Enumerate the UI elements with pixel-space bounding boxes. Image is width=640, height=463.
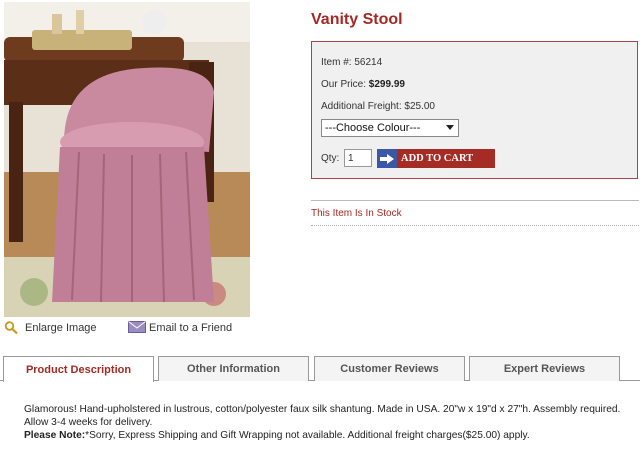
freight-value: $25.00 (404, 101, 435, 112)
product-title: Vanity Stool (311, 11, 403, 28)
freight-label: Additional Freight: (321, 101, 402, 112)
quantity-value: 1 (348, 152, 354, 164)
price-value: $299.99 (368, 79, 405, 90)
product-image[interactable] (4, 2, 250, 317)
qty-label: Qty: (321, 153, 340, 164)
divider (311, 225, 639, 226)
colour-select-value: ---Choose Colour--- (325, 122, 421, 134)
stock-status: This Item Is In Stock (311, 208, 402, 219)
tab-product-description[interactable]: Product Description (3, 356, 154, 382)
email-friend-label: Email to a Friend (149, 322, 233, 334)
freight-row: Additional Freight: $25.00 (321, 101, 435, 112)
add-to-cart-button[interactable]: ADD TO CART (377, 149, 495, 168)
envelope-icon (128, 321, 146, 335)
tab-label: Other Information (187, 363, 280, 375)
note-text: *Sorry, Express Shipping and Gift Wrappi… (85, 430, 530, 441)
item-number-row: Item #: 56214 (321, 57, 382, 68)
tab-other-information[interactable]: Other Information (158, 356, 309, 381)
colour-select[interactable]: ---Choose Colour--- (321, 119, 459, 137)
item-number-label: Item #: (321, 57, 352, 68)
item-number-value: 56214 (354, 57, 383, 68)
divider (311, 200, 639, 201)
enlarge-image-label: Enlarge Image (25, 322, 97, 334)
enlarge-image-link[interactable]: Enlarge Image (4, 321, 97, 335)
chevron-down-icon (446, 125, 454, 130)
price-label: Our Price: (321, 79, 367, 90)
tab-label: Expert Reviews (503, 363, 586, 375)
add-to-cart-label: ADD TO CART (401, 153, 474, 164)
product-description: Glamorous! Hand-upholstered in lustrous,… (24, 403, 624, 442)
description-text: Glamorous! Hand-upholstered in lustrous,… (24, 404, 621, 428)
purchase-box: Item #: 56214 Our Price: $299.99 Additio… (311, 41, 638, 179)
email-friend-link[interactable]: Email to a Friend (128, 321, 232, 335)
shipping-note: Please Note:*Sorry, Express Shipping and… (24, 429, 624, 442)
tab-customer-reviews[interactable]: Customer Reviews (314, 356, 465, 381)
tab-expert-reviews[interactable]: Expert Reviews (469, 356, 620, 381)
magnifier-icon (4, 321, 20, 335)
price-row: Our Price: $299.99 (321, 79, 405, 90)
quantity-input[interactable]: 1 (344, 149, 372, 167)
arrow-right-icon (377, 149, 397, 168)
note-label: Please Note: (24, 430, 86, 441)
tab-label: Product Description (25, 363, 132, 376)
tab-label: Customer Reviews (340, 363, 439, 375)
